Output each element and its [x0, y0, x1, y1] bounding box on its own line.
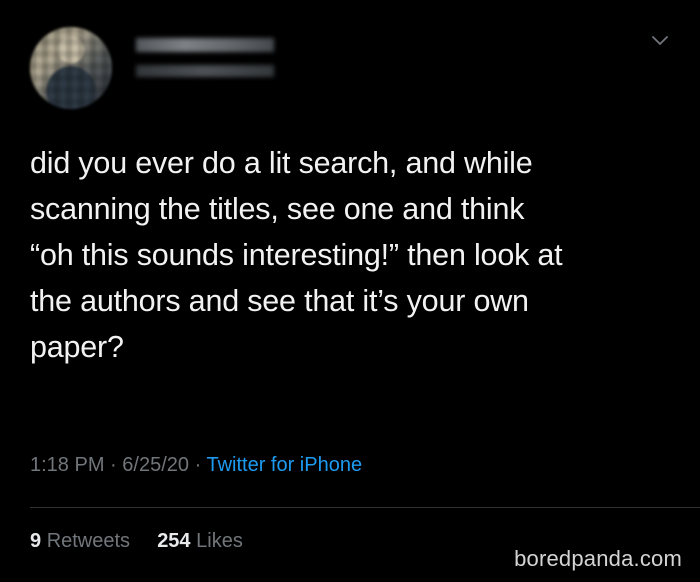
avatar[interactable] [30, 27, 112, 109]
likes-label: Likes [196, 530, 243, 552]
username-blurred[interactable] [136, 65, 274, 77]
retweets-stat[interactable]: 9 Retweets [30, 530, 136, 552]
meta-separator: · [194, 454, 202, 476]
likes-stat[interactable]: 254 Likes [157, 530, 243, 552]
watermark: boredpanda.com [514, 546, 682, 571]
chevron-down-icon[interactable] [652, 36, 668, 46]
meta-separator: · [110, 454, 117, 476]
divider [30, 507, 700, 508]
tweet-text: did you ever do a lit search, and while … [30, 146, 563, 364]
tweet-stats: 9 Retweets 254 Likes [30, 530, 243, 553]
likes-count: 254 [157, 530, 191, 552]
tweet-time[interactable]: 1:18 PM [30, 454, 104, 476]
tweet-source-link[interactable]: Twitter for iPhone [206, 454, 362, 476]
tweet-metadata: 1:18 PM · 6/25/20 · Twitter for iPhone [30, 454, 362, 477]
display-name-blurred[interactable] [136, 38, 274, 52]
tweet-date[interactable]: 6/25/20 [122, 454, 189, 476]
retweets-label: Retweets [46, 530, 131, 552]
retweets-count: 9 [30, 530, 42, 552]
